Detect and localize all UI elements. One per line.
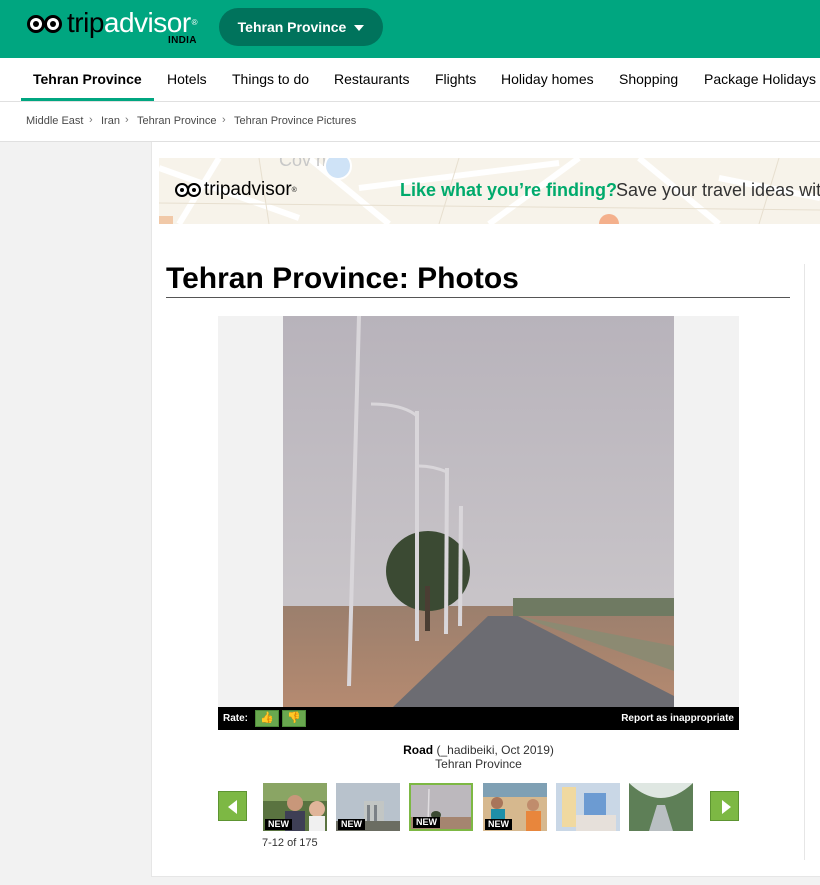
new-badge: NEW [338,819,365,830]
sidebar-divider [804,264,805,860]
main-nav: Tehran Province Hotels Things to do Rest… [0,58,820,102]
nav-tab-things-to-do[interactable]: Things to do [232,58,309,101]
ad-tagline: Save your travel ideas wit [616,180,820,200]
chevron-right-icon: › [222,114,226,126]
photo-viewer [218,316,739,707]
chevron-right-icon: › [125,114,129,126]
main-photo[interactable] [283,316,674,707]
photo-caption: Road (_hadibeiki, Oct 2019) Tehran Provi… [218,743,739,771]
geo-button-label: Tehran Province [237,19,347,35]
thumbnail-6[interactable] [629,783,693,831]
thumbnail-2[interactable]: NEW [336,783,400,831]
arrow-left-icon [228,800,237,814]
nav-tab-flights[interactable]: Flights [435,58,476,101]
nav-tab-holiday-homes[interactable]: Holiday homes [501,58,594,101]
owl-logo-icon [175,181,203,199]
owl-logo-icon [27,11,65,37]
breadcrumb-current: Tehran Province Pictures [234,115,357,127]
photo-rate-bar: Rate: 👍 👎 Report as inappropriate [218,707,739,730]
breadcrumb: Middle East › Iran › Tehran Province › T… [0,102,820,142]
top-header: tripadvisor® INDIA Tehran Province [0,0,820,58]
thumbnail-4[interactable]: NEW [483,783,547,831]
nav-tab-tehran-province[interactable]: Tehran Province [21,58,154,101]
nav-tab-restaurants[interactable]: Restaurants [334,58,409,101]
arrow-right-icon [722,800,731,814]
new-badge: NEW [413,817,440,828]
chevron-down-icon [354,25,365,31]
thumbs-down-button[interactable]: 👎 [282,710,306,727]
photo-meta: (_hadibeiki, Oct 2019) [436,743,554,757]
chevron-right-icon: › [89,114,93,126]
report-inappropriate-link[interactable]: Report as inappropriate [621,713,734,724]
geo-dropdown-button[interactable]: Tehran Province [219,8,383,46]
ad-logo-wordmark: tripadvisor [204,179,292,200]
photo-location[interactable]: Tehran Province [218,757,739,771]
logo-wordmark: tripadvisor® [67,7,198,38]
ad-headline: Like what you’re finding? [400,180,618,200]
nav-tab-shopping[interactable]: Shopping [619,58,678,101]
photo-counter: 7-12 of 175 [262,837,318,849]
photo-title: Road [403,743,434,757]
new-badge: NEW [485,819,512,830]
thumbs-up-button[interactable]: 👍 [255,710,279,727]
ad-tripadvisor-logo: tripadvisor ® [175,179,297,201]
thumbnail-3-selected[interactable]: NEW [409,783,473,831]
next-photos-button[interactable] [710,791,739,821]
thumbnail-1[interactable]: NEW [263,783,327,831]
breadcrumb-iran[interactable]: Iran [101,115,120,127]
previous-photos-button[interactable] [218,791,247,821]
nav-tab-hotels[interactable]: Hotels [167,58,207,101]
breadcrumb-tehran-province[interactable]: Tehran Province [137,115,217,127]
nav-tab-package-holidays[interactable]: Package Holidays [704,58,816,101]
breadcrumb-middle-east[interactable]: Middle East [26,115,83,127]
ad-banner[interactable]: Cov nt tripadvisor ® Like what you’re fin… [159,158,820,224]
rate-label: Rate: [223,713,249,724]
tripadvisor-logo[interactable]: tripadvisor® INDIA [27,7,198,49]
new-badge: NEW [265,819,292,830]
page-title: Tehran Province: Photos [166,262,790,298]
logo-country: INDIA [168,35,197,46]
thumbnail-5[interactable] [556,783,620,831]
